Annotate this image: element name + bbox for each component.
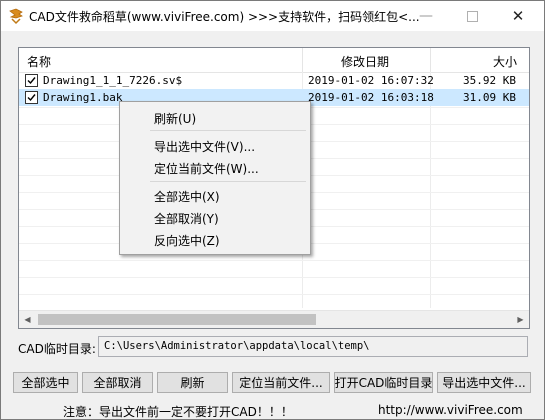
maximize-button[interactable] bbox=[449, 1, 495, 31]
menu-item-deselect-all[interactable]: 全部取消(Y) bbox=[154, 210, 219, 227]
column-header-size[interactable]: 大小 bbox=[493, 53, 517, 70]
menu-item-locate-current[interactable]: 定位当前文件(W)... bbox=[154, 160, 259, 177]
close-icon: ✕ bbox=[511, 7, 525, 25]
file-date: 2019-01-02 16:03:18 bbox=[308, 91, 434, 104]
open-temp-dir-button[interactable]: 打开CAD临时目录 bbox=[334, 372, 433, 393]
temp-dir-value: C:\Users\Administrator\appdata\local\tem… bbox=[104, 340, 370, 352]
row-checkbox[interactable] bbox=[25, 74, 38, 87]
app-window: CAD文件救命稻草(www.viviFree.com) >>>支持软件，扫码领红… bbox=[0, 0, 545, 420]
menu-item-refresh[interactable]: 刷新(U) bbox=[154, 110, 196, 127]
column-header-date[interactable]: 修改日期 bbox=[341, 53, 389, 70]
grid-row-line bbox=[19, 294, 529, 295]
menu-separator bbox=[150, 130, 306, 131]
title-bar[interactable]: CAD文件救命稻草(www.viviFree.com) >>>支持软件，扫码领红… bbox=[1, 1, 544, 31]
export-selected-button[interactable]: 导出选中文件... bbox=[437, 372, 531, 393]
locate-current-button[interactable]: 定位当前文件... bbox=[232, 372, 330, 393]
minimize-button[interactable]: — bbox=[403, 1, 449, 31]
window-title: CAD文件救命稻草(www.viviFree.com) >>>支持软件，扫码领红… bbox=[29, 10, 420, 24]
warning-note: 注意：导出文件前一定不要打开CAD！！！ bbox=[63, 405, 293, 419]
grid-row-line bbox=[19, 277, 529, 278]
website-link[interactable]: http://www.viviFree.com bbox=[378, 403, 523, 417]
scroll-left-icon[interactable]: ◀ bbox=[19, 311, 36, 328]
file-size: 35.92 KB bbox=[463, 74, 516, 87]
temp-dir-field[interactable]: C:\Users\Administrator\appdata\local\tem… bbox=[98, 336, 528, 357]
table-row[interactable]: Drawing1_1_1_7226.sv$ 2019-01-02 16:07:3… bbox=[19, 72, 529, 89]
checkmark-icon bbox=[27, 77, 36, 85]
checkmark-icon bbox=[27, 94, 36, 102]
minimize-icon: — bbox=[419, 8, 433, 24]
file-name: Drawing1_1_1_7226.sv$ bbox=[43, 74, 183, 87]
file-date: 2019-01-02 16:07:32 bbox=[308, 74, 434, 87]
context-menu: 刷新(U) 导出选中文件(V)... 定位当前文件(W)... 全部选中(X) … bbox=[119, 101, 311, 255]
grid-row-line bbox=[19, 260, 529, 261]
column-divider bbox=[430, 48, 431, 72]
maximize-icon bbox=[466, 10, 478, 22]
deselect-all-button[interactable]: 全部取消 bbox=[82, 372, 153, 393]
file-name: Drawing1.bak bbox=[43, 91, 123, 104]
file-size: 31.09 KB bbox=[463, 91, 516, 104]
refresh-button[interactable]: 刷新 bbox=[157, 372, 228, 393]
menu-item-select-all[interactable]: 全部选中(X) bbox=[154, 188, 220, 205]
menu-separator bbox=[150, 181, 306, 182]
app-logo-icon bbox=[7, 7, 25, 25]
close-button[interactable]: ✕ bbox=[495, 1, 541, 31]
column-header-name[interactable]: 名称 bbox=[27, 53, 51, 70]
horizontal-scrollbar[interactable]: ◀ ▶ bbox=[19, 310, 529, 328]
temp-dir-label: CAD临时目录: bbox=[18, 342, 96, 356]
list-header: 名称 修改日期 大小 bbox=[19, 48, 529, 73]
scrollbar-thumb[interactable] bbox=[38, 314, 316, 325]
row-checkbox[interactable] bbox=[25, 91, 38, 104]
menu-item-invert-selection[interactable]: 反向选中(Z) bbox=[154, 232, 220, 249]
scroll-right-icon[interactable]: ▶ bbox=[512, 311, 529, 328]
column-divider bbox=[302, 48, 303, 72]
select-all-button[interactable]: 全部选中 bbox=[13, 372, 78, 393]
menu-item-export-selected[interactable]: 导出选中文件(V)... bbox=[154, 138, 255, 155]
